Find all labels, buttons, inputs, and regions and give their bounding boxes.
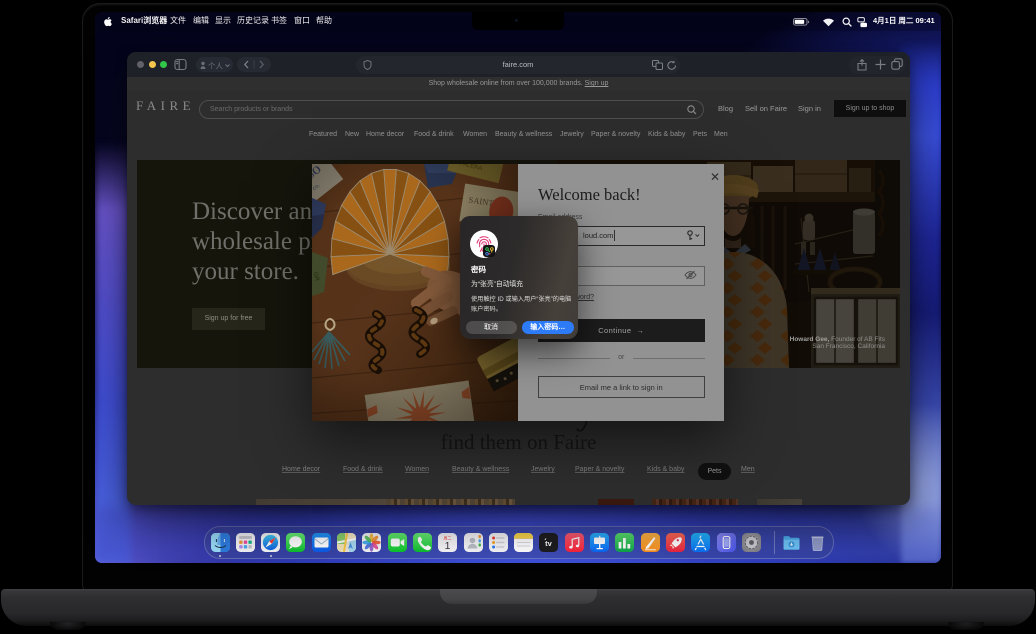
svg-text:tv: tv — [546, 539, 553, 548]
svg-text:个人: 个人 — [208, 61, 223, 69]
svg-text:1: 1 — [445, 540, 451, 552]
